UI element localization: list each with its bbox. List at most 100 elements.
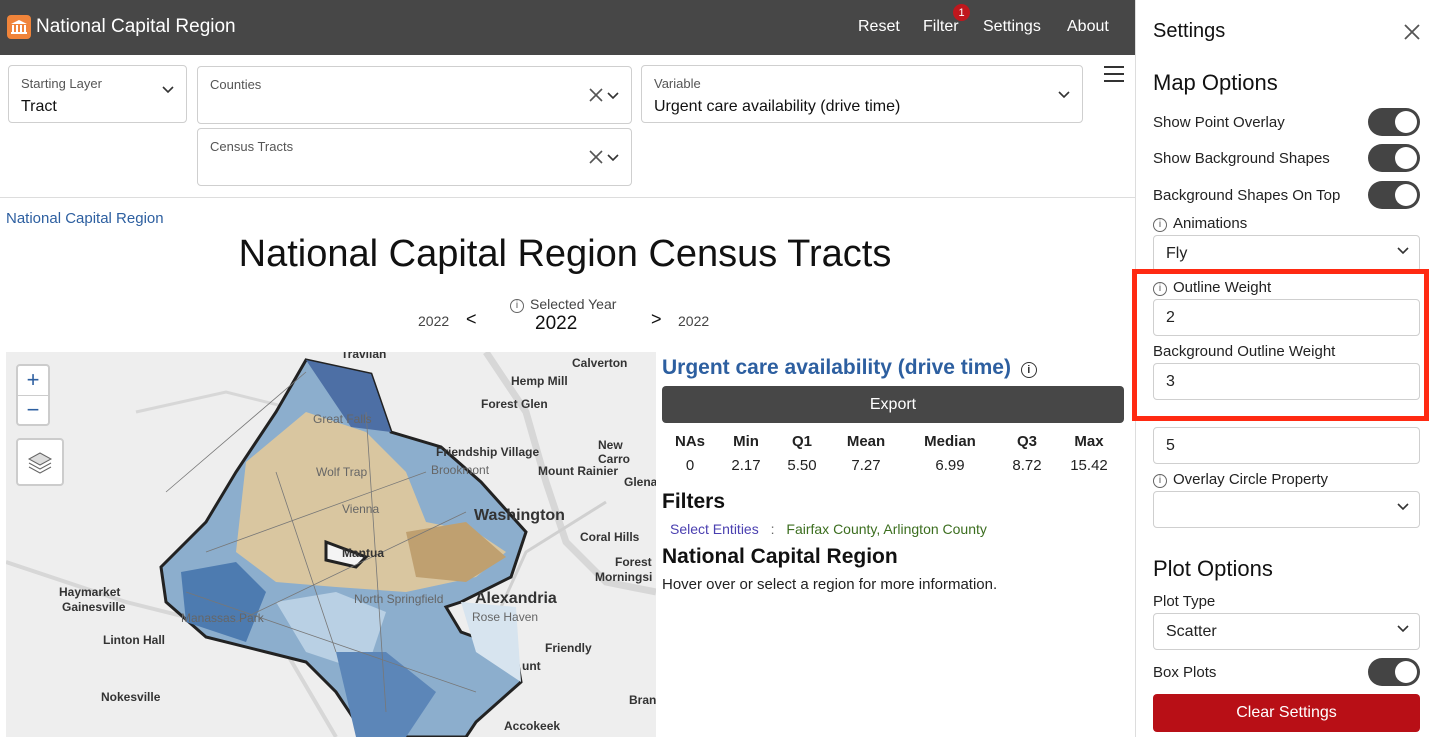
region-description: Hover over or select a region for more i… xyxy=(662,576,998,593)
top-navbar: National Capital Region Reset Filter 1 S… xyxy=(0,0,1135,55)
selected-year-label: i Selected Year xyxy=(510,296,616,313)
census-tracts-label: Census Tracts xyxy=(210,139,294,154)
map-label: Haymarket xyxy=(59,585,121,599)
map-label: Great Falls xyxy=(313,412,372,426)
map-label: Manassas Park xyxy=(181,611,264,625)
map-label: Forest Glen xyxy=(481,397,548,411)
animations-select[interactable]: Fly xyxy=(1153,235,1420,272)
zoom-control: + − xyxy=(16,364,50,426)
overlay-circle-property-select[interactable] xyxy=(1153,491,1420,528)
show-background-shapes-label: Show Background Shapes xyxy=(1153,150,1330,167)
starting-layer-select[interactable]: Starting Layer Tract xyxy=(8,65,187,123)
info-icon[interactable]: i xyxy=(1153,474,1167,488)
map-label: Rose Haven xyxy=(472,610,539,624)
stat-max: Max 15.42 xyxy=(1070,433,1108,474)
census-tracts-select[interactable]: Census Tracts xyxy=(197,128,632,186)
show-point-overlay-label: Show Point Overlay xyxy=(1153,114,1285,131)
background-shapes-on-top-label: Background Shapes On Top xyxy=(1153,187,1341,204)
map-label: Washington xyxy=(474,507,565,524)
selected-year-value: 2022 xyxy=(535,313,578,334)
map[interactable]: + − Travilah Calverton Hemp Mill Forest … xyxy=(6,352,656,737)
chevron-down-icon xyxy=(607,154,619,162)
info-icon[interactable]: i xyxy=(510,299,524,313)
map-label: Vienna xyxy=(342,502,380,516)
filter-value: Fairfax County, Arlington County xyxy=(786,521,987,537)
clear-icon[interactable] xyxy=(589,88,603,102)
box-plots-label: Box Plots xyxy=(1153,664,1217,681)
university-logo-icon xyxy=(7,15,31,39)
info-icon[interactable]: i xyxy=(1153,218,1167,232)
about-link[interactable]: About xyxy=(1067,18,1109,36)
filter-key: Select Entities xyxy=(670,521,759,537)
map-label: North Springfield xyxy=(354,592,444,606)
map-label: Calverton xyxy=(572,356,628,370)
chevron-down-icon xyxy=(1397,625,1409,633)
filter-entry[interactable]: Select Entities : Fairfax County, Arling… xyxy=(670,521,987,537)
plot-type-select[interactable]: Scatter xyxy=(1153,613,1420,650)
stat-q3: Q3 8.72 xyxy=(1012,433,1042,474)
map-label: New Carro xyxy=(598,438,631,466)
map-label: Alexandria xyxy=(475,590,557,607)
map-label: Travilah xyxy=(341,352,387,361)
close-icon[interactable] xyxy=(1403,23,1421,41)
variable-value: Urgent care availability (drive time) xyxy=(654,98,901,115)
map-label: unt xyxy=(522,659,541,673)
menu-icon[interactable] xyxy=(1104,66,1124,87)
map-label: Mantua xyxy=(342,546,384,560)
map-label: Coral Hills xyxy=(580,530,640,544)
map-label: Bran xyxy=(629,693,656,707)
map-label: Forest xyxy=(615,555,652,569)
show-point-overlay-toggle[interactable] xyxy=(1368,108,1420,136)
prev-year-button[interactable]: < xyxy=(466,309,477,330)
filter-link[interactable]: Filter xyxy=(923,18,959,36)
breadcrumb[interactable]: National Capital Region xyxy=(6,210,164,227)
counties-select[interactable]: Counties xyxy=(197,66,632,124)
map-label: Friendship Village xyxy=(436,445,540,459)
background-shapes-on-top-toggle[interactable] xyxy=(1368,181,1420,209)
stat-nas: NAs 0 xyxy=(674,433,705,474)
app-title: National Capital Region xyxy=(36,16,236,37)
stat-min: Min 2.17 xyxy=(731,433,761,474)
chevron-down-icon xyxy=(607,92,619,100)
map-label: Linton Hall xyxy=(103,633,165,647)
brand[interactable]: National Capital Region xyxy=(7,15,236,39)
variable-select[interactable]: Variable Urgent care availability (drive… xyxy=(641,65,1083,123)
zoom-out-button[interactable]: − xyxy=(18,395,48,424)
variable-label: Variable xyxy=(654,76,701,91)
filter-count-badge: 1 xyxy=(953,4,970,21)
map-label: Morningsi xyxy=(595,570,653,584)
variable-title: Urgent care availability (drive time) i xyxy=(662,356,1043,380)
overlay-circle-size-input[interactable]: 5 xyxy=(1153,427,1420,464)
export-button[interactable]: Export xyxy=(662,386,1124,423)
settings-title: Settings xyxy=(1153,20,1226,42)
clear-settings-button[interactable]: Clear Settings xyxy=(1153,694,1420,732)
stat-q1: Q1 5.50 xyxy=(787,433,817,474)
map-label: Brookmont xyxy=(431,463,490,477)
map-label: Mount Rainier xyxy=(538,464,618,478)
info-icon[interactable]: i xyxy=(1020,362,1037,378)
prev-year-label: 2022 xyxy=(418,313,450,329)
zoom-in-button[interactable]: + xyxy=(18,366,48,395)
overlay-circle-property-label: i Overlay Circle Property xyxy=(1153,471,1328,488)
box-plots-toggle[interactable] xyxy=(1368,658,1420,686)
show-background-shapes-toggle[interactable] xyxy=(1368,144,1420,172)
highlight-box xyxy=(1132,269,1429,421)
map-label: Accokeek xyxy=(504,719,561,733)
region-heading: National Capital Region xyxy=(662,545,898,568)
chevron-down-icon xyxy=(1058,91,1070,99)
layers-icon[interactable] xyxy=(16,438,64,486)
next-year-button[interactable]: > xyxy=(651,309,662,330)
divider xyxy=(0,197,1135,198)
map-label: Hemp Mill xyxy=(511,374,568,388)
map-canvas[interactable] xyxy=(6,352,656,737)
chevron-down-icon xyxy=(1397,503,1409,511)
settings-link[interactable]: Settings xyxy=(983,18,1041,36)
filter-separator: : xyxy=(770,521,775,537)
map-label: Glena xyxy=(624,475,656,489)
stat-median: Median 6.99 xyxy=(924,433,976,474)
reset-link[interactable]: Reset xyxy=(858,18,900,36)
plot-type-label: Plot Type xyxy=(1153,593,1216,610)
clear-icon[interactable] xyxy=(589,150,603,164)
map-options-heading: Map Options xyxy=(1153,70,1278,95)
map-label: Nokesville xyxy=(101,690,161,704)
